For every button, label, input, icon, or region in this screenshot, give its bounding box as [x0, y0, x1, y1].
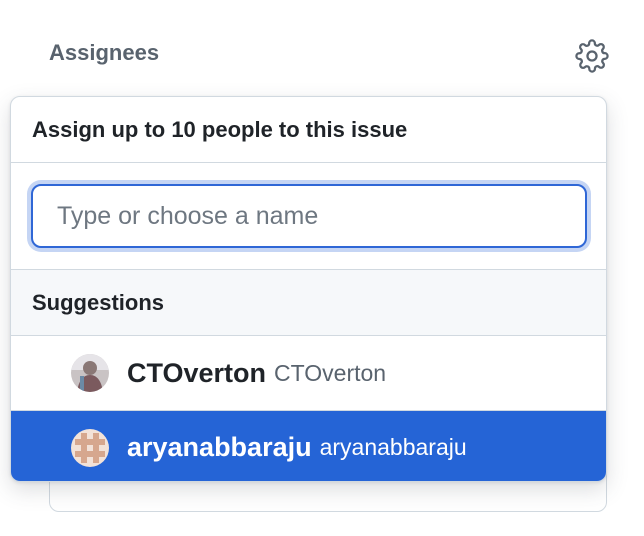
assignees-popover: Assign up to 10 people to this issue Sug…	[10, 96, 607, 482]
suggestion-name: aryanabbaraju	[319, 434, 467, 460]
avatar	[71, 428, 109, 467]
suggestion-name: CTOverton	[274, 359, 387, 386]
avatar	[71, 354, 109, 392]
gear-icon	[575, 39, 609, 73]
suggestion-item-aryanabbaraju[interactable]: aryanabbaraju aryanabbaraju	[11, 410, 606, 481]
suggestions-header: Suggestions	[11, 270, 606, 336]
assignees-heading: Assignees	[49, 40, 160, 65]
suggestion-item-ctoverton[interactable]: CTOverton CTOverton	[11, 336, 606, 410]
suggestion-login: aryanabbaraju	[127, 432, 312, 462]
suggestion-login: CTOverton	[127, 357, 267, 388]
avatar-image	[71, 428, 109, 467]
popover-title: Assign up to 10 people to this issue	[11, 97, 606, 163]
assignees-panel: Assignees Assign up to 10 people to this…	[0, 0, 644, 536]
assignee-filter-input[interactable]	[31, 184, 587, 248]
assignees-settings-button[interactable]	[574, 38, 610, 74]
avatar-image	[71, 354, 109, 392]
filter-section	[11, 163, 606, 270]
